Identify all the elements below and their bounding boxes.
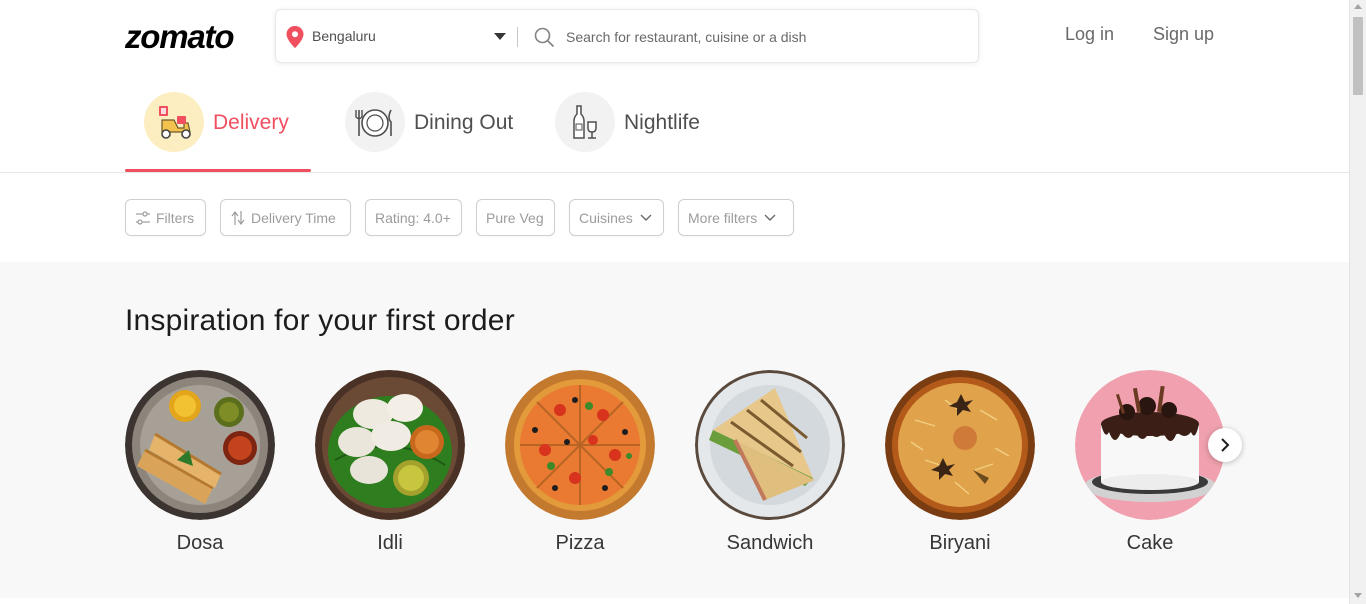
cuisines-dropdown[interactable]: Cuisines <box>569 199 664 236</box>
header: zomato Bengaluru Log in Sign up <box>0 0 1349 72</box>
rating-filter-label: Rating: 4.0+ <box>375 209 451 226</box>
pure-veg-label: Pure Veg <box>486 209 544 226</box>
chevron-down-icon <box>764 214 776 221</box>
more-filters-dropdown[interactable]: More filters <box>678 199 794 236</box>
vertical-scrollbar[interactable] <box>1349 0 1366 604</box>
signup-link[interactable]: Sign up <box>1153 24 1214 45</box>
tab-nightlife[interactable]: Nightlife <box>555 92 725 154</box>
idli-label: Idli <box>377 532 403 554</box>
tab-delivery[interactable]: Delivery <box>144 92 314 154</box>
search-input[interactable] <box>566 24 956 50</box>
pure-veg-button[interactable]: Pure Veg <box>476 199 555 236</box>
nightlife-bottles-icon <box>555 92 615 152</box>
food-item-biryani[interactable]: Biryani <box>885 370 1035 560</box>
zomato-logo[interactable]: zomato <box>125 18 235 56</box>
tab-nightlife-label: Nightlife <box>624 111 700 134</box>
idli-image <box>315 370 465 520</box>
search-divider <box>517 27 518 47</box>
carousel-next-button[interactable] <box>1208 428 1242 462</box>
inspiration-section: Inspiration for your first order Dosa Id… <box>0 262 1349 598</box>
caret-down-icon[interactable] <box>494 33 506 40</box>
chevron-right-icon <box>1221 438 1230 452</box>
food-item-dosa[interactable]: Dosa <box>125 370 275 560</box>
biryani-label: Biryani <box>929 532 991 554</box>
location-pin-icon[interactable] <box>286 26 304 48</box>
food-item-sandwich[interactable]: Sandwich <box>695 370 845 560</box>
food-item-cake[interactable]: Cake <box>1075 370 1225 560</box>
section-title: Inspiration for your first order <box>125 304 515 337</box>
sandwich-label: Sandwich <box>726 532 814 554</box>
filter-bar: Filters Delivery Time Rating: 4.0+ Pure … <box>0 173 1349 262</box>
delivery-scooter-icon <box>144 92 204 152</box>
cuisines-label: Cuisines <box>579 209 633 226</box>
sliders-icon <box>136 210 150 225</box>
page: zomato Bengaluru Log in Sign up <box>0 0 1349 604</box>
tab-dining-out-label: Dining Out <box>414 111 514 134</box>
sort-arrows-icon <box>231 210 245 225</box>
cake-label: Cake <box>1126 532 1174 554</box>
dosa-label: Dosa <box>176 532 224 554</box>
delivery-time-button[interactable]: Delivery Time <box>220 199 351 236</box>
login-link[interactable]: Log in <box>1065 24 1114 45</box>
active-tab-underline <box>125 169 311 172</box>
search-bar: Bengaluru <box>275 9 979 63</box>
delivery-time-label: Delivery Time <box>251 209 336 226</box>
biryani-image <box>885 370 1035 520</box>
search-icon <box>534 27 554 47</box>
tab-delivery-label: Delivery <box>213 111 289 134</box>
scrollbar-thumb[interactable] <box>1353 17 1363 95</box>
more-filters-label: More filters <box>688 209 758 226</box>
food-item-pizza[interactable]: Pizza <box>505 370 655 560</box>
pizza-label: Pizza <box>555 532 605 554</box>
category-tabs: Delivery Dining Out Nightlife <box>0 72 1349 173</box>
rating-filter-button[interactable]: Rating: 4.0+ <box>365 199 462 236</box>
scroll-down-arrow-icon[interactable] <box>1354 593 1362 598</box>
chevron-down-icon <box>640 214 652 221</box>
location-text[interactable]: Bengaluru <box>312 28 376 44</box>
filters-label: Filters <box>156 209 195 226</box>
filters-button[interactable]: Filters <box>125 199 206 236</box>
cake-image <box>1075 370 1225 520</box>
sandwich-image <box>695 370 845 520</box>
pizza-image <box>505 370 655 520</box>
dining-plate-icon <box>345 92 405 152</box>
dosa-image <box>125 370 275 520</box>
food-item-idli[interactable]: Idli <box>315 370 465 560</box>
tab-dining-out[interactable]: Dining Out <box>345 92 535 154</box>
scroll-up-arrow-icon[interactable] <box>1354 4 1362 9</box>
